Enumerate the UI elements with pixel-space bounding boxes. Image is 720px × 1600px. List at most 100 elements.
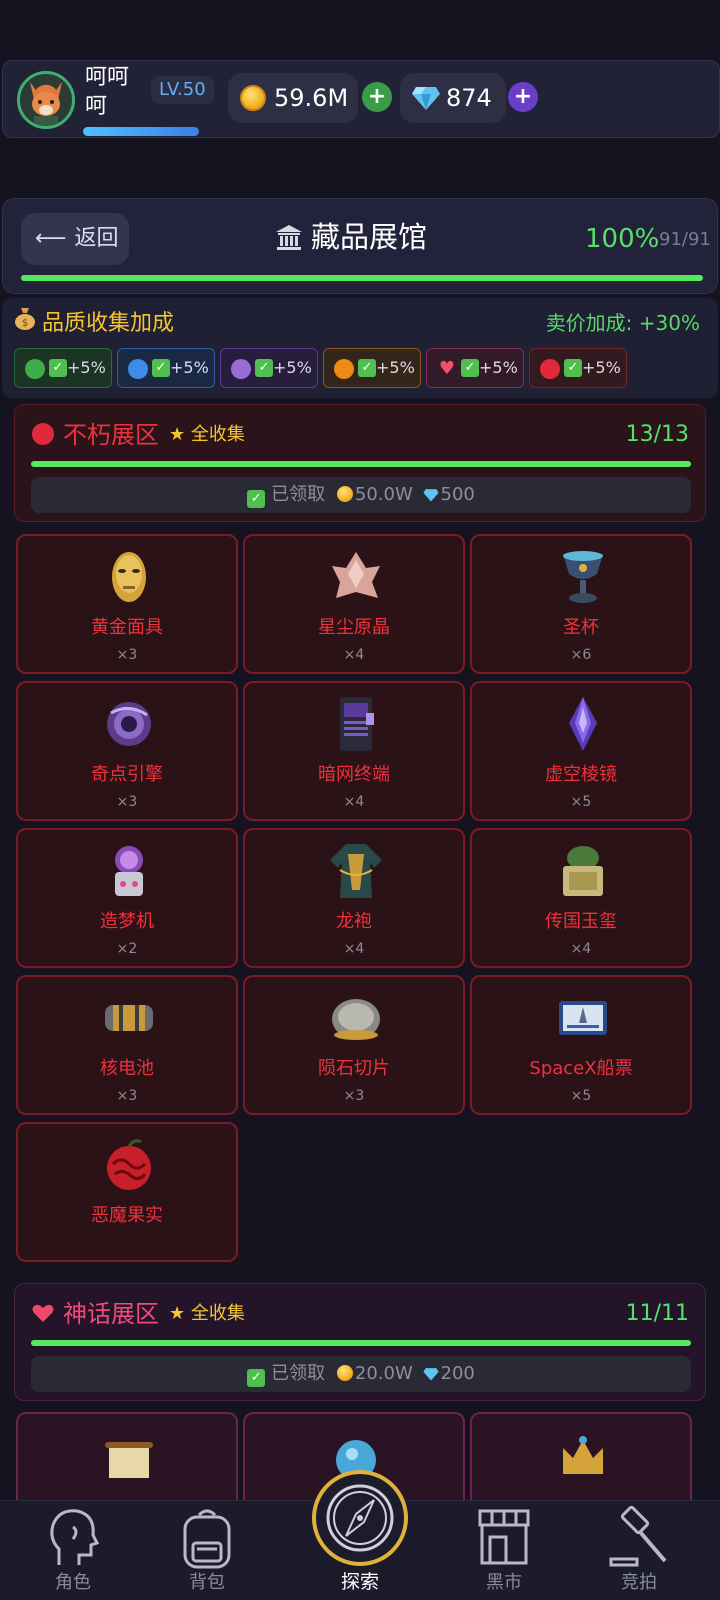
singularity-engine-icon	[107, 702, 151, 746]
nav-role[interactable]: 角色	[18, 1501, 128, 1600]
nav-explore[interactable]	[312, 1470, 408, 1566]
quality-bonus-title: $ 品质收集加成	[14, 306, 174, 340]
gem-value: 874	[446, 84, 492, 112]
museum-icon	[275, 221, 303, 261]
gavel-icon	[609, 1505, 667, 1567]
zone-mythic: 神话展区 ★ 全收集 11/11 ✓ 已领取 20.0W 200	[14, 1283, 706, 1401]
collection-progress-bar	[21, 275, 703, 281]
orange-dot-icon	[334, 359, 354, 379]
back-label: 返回	[74, 226, 119, 251]
nav-explore-label: 探索	[340, 1571, 379, 1593]
page-title: 藏品展馆	[275, 217, 427, 261]
check-icon: ✓	[49, 359, 67, 377]
nav-auction-label: 竞拍	[621, 1572, 657, 1593]
quality-chip-orange: ✓ +5%	[323, 348, 421, 388]
gold-coin-icon	[336, 486, 353, 502]
money-bag-icon: $	[14, 306, 36, 340]
quality-chip-purple: ✓ +5%	[220, 348, 318, 388]
diamond-icon	[422, 1358, 439, 1394]
item-card[interactable]: 暗网终端 ×4	[243, 681, 465, 821]
nav-market[interactable]: 黑市	[449, 1501, 559, 1600]
item-qty: ×2	[116, 941, 138, 957]
page-header: ⟵ 返回 藏品展馆 100% 91/91	[2, 198, 718, 294]
claimed-label: 已领取	[271, 484, 326, 505]
zone-count: 11/11	[625, 1301, 689, 1326]
zone-count: 13/13	[625, 422, 689, 447]
ancient-scroll-icon	[105, 1442, 153, 1478]
back-button[interactable]: ⟵ 返回	[21, 213, 129, 265]
check-icon: ✓	[564, 359, 582, 377]
blue-dot-icon	[128, 359, 148, 379]
item-qty: ×4	[343, 794, 365, 810]
zone-title: 不朽展区	[31, 419, 159, 454]
chip-label: +5%	[170, 358, 209, 377]
chip-label: +5%	[273, 358, 312, 377]
item-name: 圣杯	[563, 617, 599, 638]
svg-text:$: $	[22, 318, 28, 329]
item-qty: ×5	[570, 794, 592, 810]
spacex-ticket-icon	[559, 1001, 607, 1035]
item-name: 奇点引擎	[91, 764, 163, 785]
zone-reward-claimed: ✓ 已领取 50.0W 500	[31, 477, 691, 513]
crown-icon	[563, 1436, 603, 1474]
item-name: 星尘原晶	[318, 617, 390, 638]
check-icon: ✓	[358, 359, 376, 377]
zone-immortal: 不朽展区 ★ 全收集 13/13 ✓ 已领取 50.0W 500	[14, 404, 706, 522]
quality-chip-pink: ♥ ✓ +5%	[426, 348, 524, 388]
check-icon: ✓	[255, 359, 273, 377]
void-prism-icon	[569, 697, 597, 751]
item-card[interactable]: 圣杯 ×6	[470, 534, 692, 674]
heart-icon	[31, 1301, 55, 1333]
quality-chip-green: ✓ +5%	[14, 348, 112, 388]
player-avatar[interactable]	[17, 71, 75, 129]
zone-full-label: 全收集	[190, 1303, 245, 1324]
zone-full-badge: ★ 全收集	[169, 1303, 245, 1324]
gold-balance: 59.6M	[228, 73, 358, 123]
devil-fruit-icon	[107, 1139, 151, 1190]
chip-label: +5%	[376, 358, 415, 377]
jade-seal-icon	[563, 846, 603, 896]
item-name: SpaceX船票	[529, 1058, 633, 1079]
holy-grail-icon	[563, 551, 603, 603]
item-name: 陨石切片	[318, 1058, 390, 1079]
arrow-left-icon: ⟵	[35, 226, 67, 251]
zone-progress-bar	[31, 461, 691, 467]
zone-full-label: 全收集	[190, 424, 245, 445]
gold-coin-icon	[336, 1365, 353, 1381]
red-dot-icon	[540, 359, 560, 379]
gem-balance: 874	[400, 73, 506, 123]
item-card[interactable]: 虚空棱镜 ×5	[470, 681, 692, 821]
item-card[interactable]: 造梦机 ×2	[16, 828, 238, 968]
add-gold-button[interactable]: +	[362, 82, 392, 112]
item-card[interactable]: 黄金面具 ×3	[16, 534, 238, 674]
item-qty: ×3	[116, 794, 138, 810]
quality-chip-blue: ✓ +5%	[117, 348, 215, 388]
item-card[interactable]: 恶魔果实	[16, 1122, 238, 1262]
nav-bag[interactable]: 背包	[152, 1501, 262, 1600]
item-card[interactable]: 星尘原晶 ×4	[243, 534, 465, 674]
item-card[interactable]: 龙袍 ×4	[243, 828, 465, 968]
level-badge: LV.50	[151, 76, 214, 104]
item-name: 黄金面具	[91, 617, 163, 638]
item-name: 龙袍	[336, 911, 372, 932]
quality-chip-red: ✓ +5%	[529, 348, 627, 388]
add-gem-button[interactable]: +	[508, 82, 538, 112]
zone-reward-claimed: ✓ 已领取 20.0W 200	[31, 1356, 691, 1392]
quality-bonus-panel: $ 品质收集加成 卖价加成: +30% ✓ +5% ✓ +5% ✓ +5% ✓ +5% …	[2, 298, 718, 398]
item-card[interactable]: 陨石切片 ×3	[243, 975, 465, 1115]
item-qty: ×6	[570, 647, 592, 663]
nav-auction[interactable]: 竞拍	[584, 1501, 694, 1600]
diamond-icon	[412, 87, 440, 110]
player-name: 呵呵呵	[85, 65, 130, 119]
item-card[interactable]: 核电池 ×3	[16, 975, 238, 1115]
dream-machine-icon	[115, 846, 143, 896]
item-card[interactable]: SpaceX船票 ×5	[470, 975, 692, 1115]
xp-bar	[83, 127, 199, 136]
reward-gem: 500	[440, 484, 475, 505]
item-qty: ×5	[570, 1088, 592, 1104]
zone-name: 不朽展区	[63, 421, 159, 449]
item-card[interactable]: 奇点引擎 ×3	[16, 681, 238, 821]
dragon-robe-icon	[330, 844, 382, 898]
item-card[interactable]: 传国玉玺 ×4	[470, 828, 692, 968]
chip-label: +5%	[67, 358, 106, 377]
